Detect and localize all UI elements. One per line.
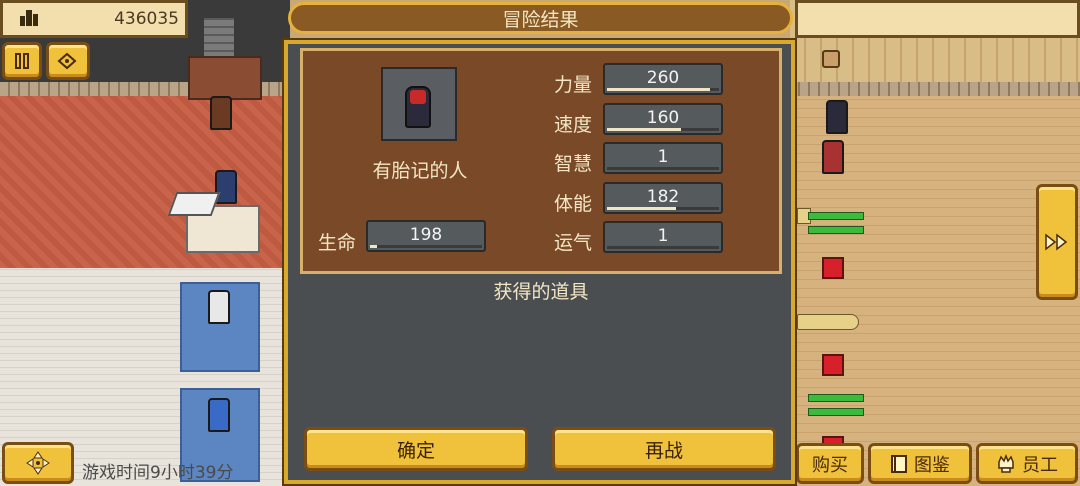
- chimney: [204, 18, 234, 58]
- character-helmet: [410, 90, 426, 104]
- npc-character[interactable]: [210, 96, 232, 130]
- retry-label: 再战: [644, 439, 683, 462]
- fireplace: [188, 56, 262, 100]
- hp-value-box: 198: [366, 220, 486, 252]
- stat-label-stamina: 体能: [553, 193, 592, 215]
- hp-bar: [808, 408, 864, 416]
- hp-value: 198: [409, 225, 443, 245]
- npc-character[interactable]: [208, 398, 230, 432]
- stat-value-wisdom: 1: [657, 147, 669, 167]
- stat-label-luck: 运气: [553, 232, 592, 254]
- railing-right: [790, 82, 1080, 96]
- items-obtained-title: 获得的道具: [493, 281, 589, 303]
- npc-character[interactable]: [822, 140, 844, 174]
- stat-value-speed: 160: [646, 108, 680, 128]
- hp-label: 生命: [317, 232, 356, 254]
- character-name: 有胎记的人: [372, 160, 468, 182]
- npc-character[interactable]: [826, 100, 848, 134]
- npc-character[interactable]: [215, 170, 237, 204]
- stat-box-strength: 260: [603, 63, 723, 95]
- stat-value-luck: 1: [657, 226, 669, 246]
- cannon: [167, 192, 221, 216]
- expand-panel-button[interactable]: [1036, 184, 1078, 300]
- stat-box-speed: 160: [603, 103, 723, 135]
- speed-button[interactable]: [46, 42, 90, 80]
- stat-box-wisdom: 1: [603, 142, 723, 174]
- hp-bar: [808, 212, 864, 220]
- catalog-label: 图鉴: [914, 454, 950, 476]
- pause-icon: [15, 53, 29, 69]
- stat-bar-strength: [607, 88, 711, 91]
- staff-icon: [998, 453, 1014, 473]
- staff-label: 员工: [1022, 454, 1058, 476]
- money-value: 436035: [114, 9, 179, 29]
- move-arrows-icon: [26, 451, 50, 475]
- wall-sign: [822, 50, 840, 68]
- hp-bar-fill: [370, 245, 377, 248]
- red-marker: [822, 354, 844, 376]
- staff-button[interactable]: 员工: [976, 443, 1078, 484]
- hp-bar: [808, 394, 864, 402]
- hp-bar: [808, 226, 864, 234]
- stat-value-strength: 260: [646, 68, 680, 88]
- speed-icon: [57, 52, 77, 70]
- game-time: 游戏时间9小时39分: [82, 463, 234, 483]
- stat-bar-stamina: [607, 207, 677, 210]
- move-camera-button[interactable]: [2, 442, 74, 484]
- fast-forward-icon: [1045, 233, 1068, 251]
- stat-label-speed: 速度: [553, 114, 592, 136]
- confirm-button[interactable]: 确定: [304, 427, 528, 471]
- retry-button[interactable]: 再战: [552, 427, 776, 471]
- dialog-title: 冒险结果: [502, 8, 579, 31]
- red-marker: [822, 257, 844, 279]
- buy-button[interactable]: 购买: [796, 443, 864, 484]
- dialog-title-bar: 冒险结果: [288, 2, 793, 34]
- stat-box-luck: 1: [603, 221, 723, 253]
- building-icon: [18, 6, 40, 28]
- stat-label-strength: 力量: [553, 74, 592, 96]
- top-right-panel: [795, 0, 1080, 38]
- status-tag: [797, 314, 859, 330]
- npc-character[interactable]: [208, 290, 230, 324]
- stat-label-wisdom: 智慧: [553, 153, 592, 175]
- buy-label: 购买: [812, 454, 848, 476]
- book-icon: [891, 454, 907, 473]
- pause-button[interactable]: [2, 42, 42, 80]
- catalog-button[interactable]: 图鉴: [868, 443, 972, 484]
- stat-bar-speed: [607, 128, 681, 131]
- confirm-label: 确定: [396, 439, 435, 462]
- stat-value-stamina: 182: [646, 187, 680, 207]
- stat-box-stamina: 182: [603, 182, 723, 214]
